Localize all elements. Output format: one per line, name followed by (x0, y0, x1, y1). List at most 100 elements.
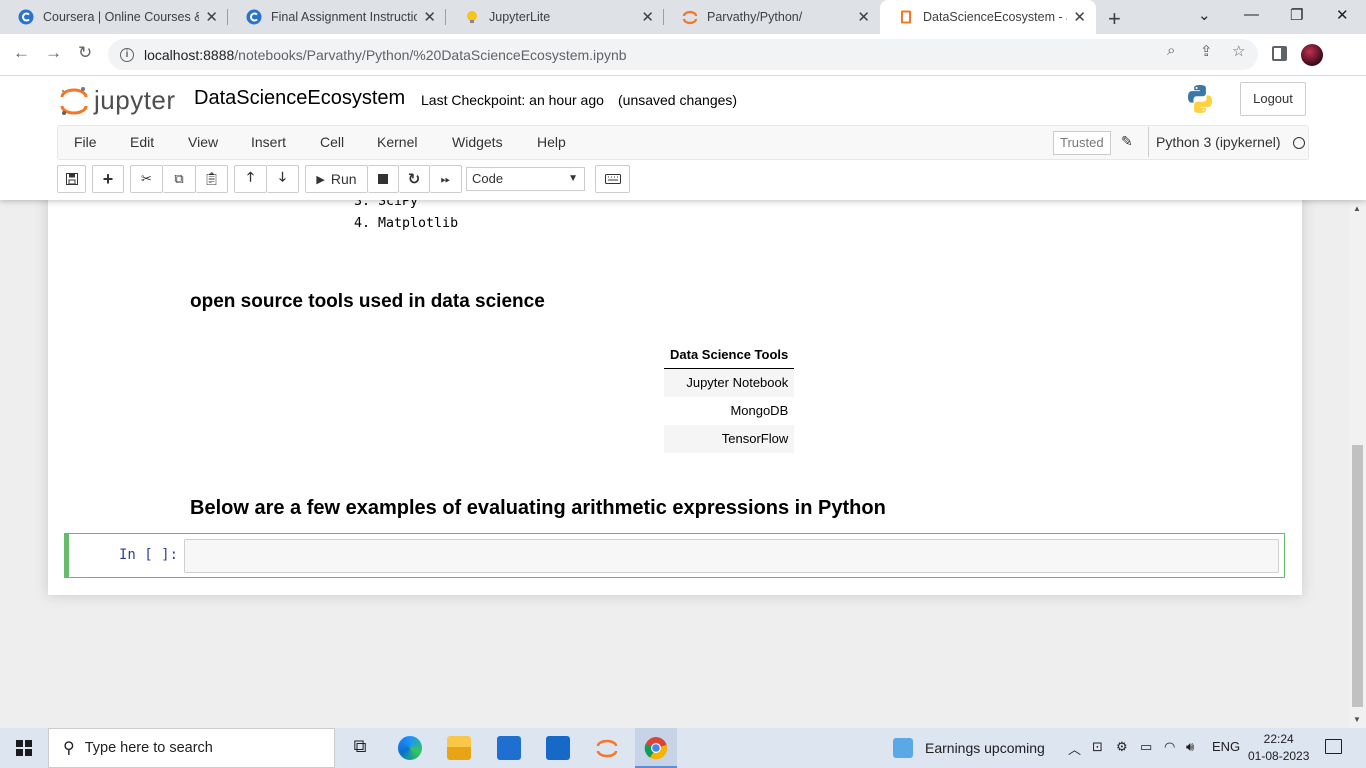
jupyterlite-icon (467, 11, 477, 23)
minimize-icon[interactable]: — (1244, 6, 1259, 23)
close-icon[interactable]: ✕ (423, 8, 436, 26)
forward-icon[interactable]: → (45, 43, 62, 63)
fast-forward-icon: ⏩︎ (440, 171, 451, 186)
new-tab-button[interactable]: + (1108, 6, 1121, 32)
network-settings-icon[interactable]: ⚙ (1116, 739, 1128, 755)
browser-tab-parvathy-python[interactable]: Parvathy/Python/ ✕ (664, 0, 880, 34)
address-bar[interactable]: i localhost:8888/notebooks/Parvathy/Pyth… (108, 39, 1258, 70)
restart-icon: ↻ (407, 171, 421, 188)
tab-search-icon[interactable]: ⌄ (1198, 6, 1211, 24)
close-icon[interactable]: ✕ (1073, 8, 1086, 26)
site-info-icon[interactable]: i (120, 47, 134, 62)
move-up-button[interactable]: 🡑 (234, 165, 267, 193)
cell-type-select[interactable]: Code ▼ (466, 167, 585, 191)
page-scrollbar[interactable]: ▲ ▼ (1349, 200, 1366, 728)
jupyter-icon (682, 10, 698, 25)
bookmark-star-icon[interactable]: ☆ (1232, 42, 1245, 60)
browser-tab-datascienceecosystem[interactable]: DataScienceEcosystem - Jupy ✕ (880, 0, 1096, 34)
copy-button[interactable]: ⧉ (163, 165, 196, 193)
table-header: Data Science Tools (664, 342, 795, 369)
cell-type-value: Code (472, 171, 504, 186)
scroll-down-icon[interactable]: ▼ (1353, 715, 1361, 724)
news-text: Earnings upcoming (925, 740, 1045, 756)
profile-avatar[interactable] (1301, 44, 1323, 66)
reload-icon[interactable]: ↻ (78, 43, 92, 63)
menu-view[interactable]: View (188, 134, 218, 150)
zoom-icon[interactable]: ⌕ (1167, 42, 1175, 59)
paste-button[interactable]: 📋︎ (196, 165, 228, 193)
menu-insert[interactable]: Insert (251, 134, 286, 150)
restart-run-all-button[interactable]: ⏩︎ (430, 165, 462, 193)
file-explorer-icon[interactable] (447, 736, 471, 760)
insert-cell-button[interactable]: + (92, 165, 124, 193)
volume-icon[interactable]: 🔊︎ (1186, 739, 1194, 755)
clock-date: 01-08-2023 (1248, 749, 1310, 763)
language-indicator[interactable]: ENG (1212, 739, 1240, 754)
menu-bar: File Edit View Insert Cell Kernel Widget… (57, 125, 1309, 160)
coursera-icon (18, 9, 34, 25)
tab-title: Coursera | Online Courses & (43, 10, 200, 24)
browser-tab-strip: Coursera | Online Courses & ✕ Final Assi… (0, 0, 1366, 34)
battery-icon[interactable]: ▭ (1140, 739, 1152, 755)
close-icon[interactable]: ✕ (641, 8, 654, 26)
windows-taskbar: ⚲ Type here to search ⧉ Earnings upcomin… (0, 728, 1366, 768)
table-row: Jupyter Notebook (664, 368, 795, 397)
jupyter-logo[interactable]: jupyter (60, 85, 176, 116)
code-cell[interactable]: In [ ]: (64, 533, 1285, 578)
arrow-up-icon: 🡑 (247, 169, 254, 184)
scroll-up-icon[interactable]: ▲ (1353, 204, 1361, 213)
code-input[interactable] (184, 539, 1279, 573)
browser-toolbar: ← → ↻ i localhost:8888/notebooks/Parvath… (0, 34, 1366, 76)
menu-cell[interactable]: Cell (320, 134, 344, 150)
jupyter-taskbar-icon[interactable] (595, 736, 619, 760)
scrollbar-thumb[interactable] (1352, 445, 1363, 707)
window-close-icon[interactable]: ✕ (1336, 6, 1349, 24)
browser-tab-jupyterlite[interactable]: JupyterLite ✕ (446, 0, 664, 34)
edit-pencil-icon[interactable]: ✎ (1121, 133, 1133, 150)
tray-app-icon[interactable]: ⊡ (1092, 739, 1103, 755)
menu-edit[interactable]: Edit (130, 134, 154, 150)
notebook-name[interactable]: DataScienceEcosystem (194, 87, 405, 110)
close-icon[interactable]: ✕ (205, 8, 218, 26)
search-icon: ⚲ (63, 740, 75, 757)
restore-icon[interactable]: ❐ (1290, 6, 1303, 24)
system-clock[interactable]: 22:24 01-08-2023 (1248, 731, 1309, 765)
notification-icon[interactable] (1325, 739, 1342, 754)
logout-button[interactable]: Logout (1240, 82, 1306, 116)
move-down-button[interactable]: 🡓 (267, 165, 299, 193)
windows-start-icon[interactable] (16, 740, 32, 756)
kernel-name[interactable]: Python 3 (ipykernel) (1148, 127, 1281, 157)
news-widget[interactable]: Earnings upcoming (893, 728, 1045, 768)
interrupt-button[interactable] (368, 165, 399, 193)
tab-title: Parvathy/Python/ (707, 10, 803, 24)
taskbar-search-box[interactable]: ⚲ Type here to search (48, 728, 335, 768)
cut-button[interactable]: ✂ (130, 165, 163, 193)
menu-kernel[interactable]: Kernel (377, 134, 417, 150)
command-palette-button[interactable] (595, 165, 630, 193)
task-view-icon[interactable]: ⧉ (348, 736, 372, 760)
chevron-up-icon[interactable]: ︿ (1068, 739, 1081, 758)
browser-tab-coursera[interactable]: Coursera | Online Courses & ✕ (0, 0, 228, 34)
paste-icon: 📋︎ (203, 171, 220, 186)
browser-tab-final-assignment[interactable]: Final Assignment Instruction ✕ (228, 0, 446, 34)
menu-file[interactable]: File (74, 134, 97, 150)
wifi-icon[interactable]: ◠ (1164, 739, 1175, 755)
menu-widgets[interactable]: Widgets (452, 134, 503, 150)
notebook-icon (901, 10, 911, 24)
back-icon[interactable]: ← (13, 43, 30, 63)
side-panel-icon[interactable] (1272, 46, 1287, 61)
run-button[interactable]: ▶ Run (305, 165, 368, 193)
trusted-indicator[interactable]: Trusted (1053, 131, 1111, 155)
close-icon[interactable]: ✕ (857, 8, 870, 26)
edge-icon[interactable] (398, 736, 422, 760)
coursera-icon (246, 9, 262, 25)
microsoft-store-icon[interactable] (497, 736, 521, 760)
share-icon[interactable]: ⇪ (1200, 42, 1213, 60)
kernel-idle-icon (1293, 137, 1305, 149)
mail-icon[interactable] (546, 736, 570, 760)
restart-button[interactable]: ↻ (399, 165, 430, 193)
taskbar-chrome-button[interactable] (635, 728, 677, 768)
save-button[interactable] (57, 165, 86, 193)
menu-help[interactable]: Help (537, 134, 566, 150)
arrow-down-icon: 🡓 (279, 169, 286, 184)
